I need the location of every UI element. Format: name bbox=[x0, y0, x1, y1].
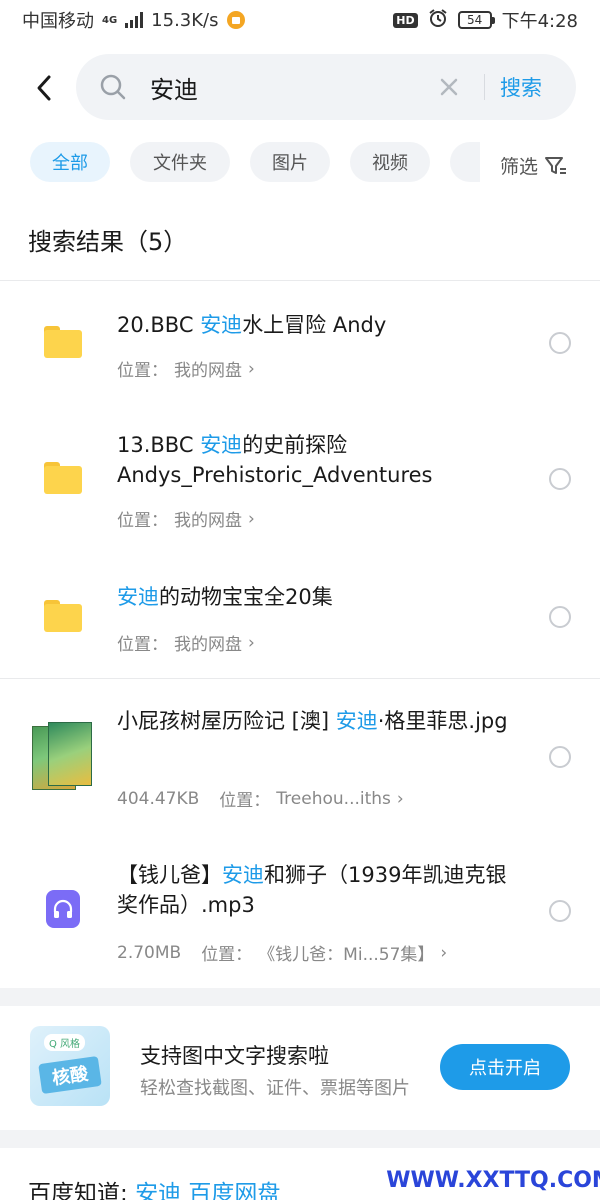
close-icon bbox=[440, 78, 458, 96]
promo-subtitle: 轻松查找截图、证件、票据等图片 bbox=[140, 1078, 410, 1099]
alarm-icon bbox=[428, 8, 448, 33]
result-item[interactable]: 13.BBC 安迪的史前探险Andys_Prehistoric_Adventur… bbox=[0, 402, 600, 552]
result-title: 13.BBC 安迪的史前探险Andys_Prehistoric_Adventur… bbox=[117, 433, 433, 487]
result-item[interactable]: 安迪的动物宝宝全20集 位置： 我的网盘 › bbox=[0, 552, 600, 678]
search-divider bbox=[484, 74, 485, 100]
chevron-right-icon: › bbox=[440, 942, 448, 963]
result-title: 20.BBC 安迪水上冒险 Andy bbox=[117, 313, 387, 337]
select-radio[interactable] bbox=[549, 900, 571, 922]
divider bbox=[0, 678, 600, 679]
image-thumbnail bbox=[32, 722, 94, 790]
signal-icon bbox=[125, 12, 144, 28]
result-location[interactable]: 位置： 我的网盘 › bbox=[117, 506, 255, 532]
clock: 下午4:28 bbox=[501, 11, 578, 32]
chevron-left-icon bbox=[37, 75, 51, 101]
result-item[interactable]: 【钱儿爸】安迪和狮子（1939年凯迪克银奖作品）.mp3 2.70MB 位置： 《钱… bbox=[0, 830, 600, 986]
promo-title: 支持图中文字搜索啦 bbox=[140, 1044, 329, 1068]
search-input[interactable]: 安迪 bbox=[150, 70, 420, 105]
notification-app-icon bbox=[226, 11, 245, 29]
result-title: 安迪的动物宝宝全20集 bbox=[117, 585, 333, 609]
baidu-zhidao-link[interactable]: 百度知道: 安迪 百度网盘 bbox=[28, 1174, 280, 1200]
section-separator bbox=[0, 1130, 600, 1148]
result-location[interactable]: 位置： 我的网盘 › bbox=[117, 630, 255, 656]
chevron-right-icon: › bbox=[248, 508, 255, 529]
chip-all[interactable]: 全部 bbox=[30, 142, 110, 182]
select-radio[interactable] bbox=[549, 332, 571, 354]
section-separator bbox=[0, 988, 600, 1006]
back-button[interactable] bbox=[28, 70, 60, 106]
chevron-right-icon: › bbox=[248, 358, 255, 379]
search-bar[interactable]: 安迪 搜索 bbox=[76, 54, 576, 120]
select-radio[interactable] bbox=[549, 468, 571, 490]
divider bbox=[0, 280, 600, 281]
chip-image[interactable]: 图片 bbox=[250, 142, 330, 182]
chip-folder[interactable]: 文件夹 bbox=[130, 142, 230, 182]
chip-video[interactable]: 视频 bbox=[350, 142, 430, 182]
filter-icon bbox=[545, 156, 567, 174]
enable-button[interactable]: 点击开启 bbox=[440, 1044, 570, 1090]
results-title: 搜索结果（5） bbox=[28, 228, 188, 256]
network-speed: 15.3K/s bbox=[151, 9, 219, 31]
headphones-icon bbox=[53, 899, 73, 918]
select-radio[interactable] bbox=[549, 606, 571, 628]
search-icon bbox=[98, 72, 128, 102]
result-title: 【钱儿爸】安迪和狮子（1939年凯迪克银奖作品）.mp3 bbox=[117, 863, 507, 917]
result-item[interactable]: 20.BBC 安迪水上冒险 Andy 位置： 我的网盘 › bbox=[0, 282, 600, 402]
folder-icon bbox=[44, 326, 82, 358]
filter-chips: 全部 文件夹 图片 视频 音 bbox=[30, 142, 480, 184]
result-title: 小屁孩树屋历险记 [澳] 安迪·格里菲思.jpg bbox=[117, 709, 508, 733]
chevron-right-icon: › bbox=[248, 632, 255, 653]
status-bar: 中国移动 4G 15.3K/s HD 54 下午4:28 bbox=[0, 0, 600, 40]
chip-audio[interactable]: 音 bbox=[450, 142, 480, 182]
select-radio[interactable] bbox=[549, 746, 571, 768]
battery-icon: 54 bbox=[457, 11, 495, 29]
watermark: WWW.XXTTQ.COM bbox=[386, 1162, 600, 1198]
chevron-right-icon: › bbox=[396, 788, 404, 809]
file-size: 404.47KB bbox=[117, 788, 200, 809]
audio-file-icon bbox=[46, 890, 80, 928]
file-size: 2.70MB bbox=[117, 942, 182, 963]
filter-button[interactable]: 筛选 bbox=[500, 152, 568, 179]
result-meta[interactable]: 404.47KB 位置： Treehou...iths › bbox=[117, 786, 404, 812]
network-type: 4G bbox=[102, 14, 118, 26]
filter-label: 筛选 bbox=[500, 156, 539, 178]
result-meta[interactable]: 2.70MB 位置： 《钱儿爸：Mi...57集】 › bbox=[117, 940, 448, 966]
folder-icon bbox=[44, 600, 82, 632]
result-item[interactable]: 小屁孩树屋历险记 [澳] 安迪·格里菲思.jpg 404.47KB 位置： Tree… bbox=[0, 680, 600, 830]
carrier-label: 中国移动 bbox=[22, 11, 94, 32]
clear-search-button[interactable] bbox=[436, 74, 462, 100]
folder-icon bbox=[44, 462, 82, 494]
result-location[interactable]: 位置： 我的网盘 › bbox=[117, 356, 255, 382]
promo-image: Q 风格 核酸 bbox=[30, 1026, 110, 1106]
search-submit-button[interactable]: 搜索 bbox=[500, 72, 542, 102]
hd-icon: HD bbox=[393, 12, 418, 28]
